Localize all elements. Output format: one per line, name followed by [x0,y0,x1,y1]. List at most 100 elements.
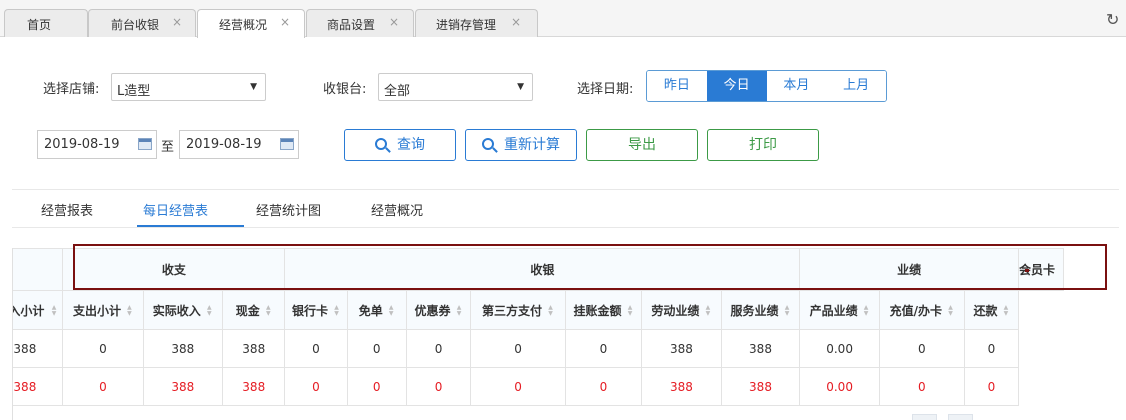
sort-icon[interactable]: ▲ ▼ [1002,305,1009,317]
column-header[interactable]: 服务业绩 ▲ ▼ [720,290,801,330]
column-header[interactable]: 入小计 ▲▼ [13,290,64,330]
start-date-value: 2019-08-19 [44,137,120,152]
sort-icon[interactable]: ▲ ▼ [784,305,791,317]
column-header-label: 第三方支付 [482,303,543,318]
yesterday-button[interactable]: 昨日 [647,71,707,101]
table-row: 388 0 388 388 0 0 0 0 0 388 388 0.00 0 0 [13,329,1064,368]
tab-product-settings[interactable]: 商品设置 × [306,9,414,37]
end-date-input[interactable]: 2019-08-19 [179,130,299,159]
sort-icon[interactable]: ▲ ▼ [547,305,554,317]
column-header[interactable]: 实际收入 ▲ ▼ [142,290,224,330]
subtab-statistics-chart[interactable]: 经营统计图 [256,200,321,219]
sort-icon[interactable]: ▲ ▼ [863,305,870,317]
table-cell: 388 [142,367,224,406]
annotation-marker [1025,269,1029,272]
sort-icon[interactable]: ▲ ▼ [704,305,711,317]
column-header-row: 入小计 ▲▼ 支出小计 ▲▼ 实际收入 ▲▼ 现金 ▲▼ 银行卡 ▲▼ 免单 ▲▼ 优惠券 ▲… [13,290,1064,330]
this-month-button[interactable]: 本月 [766,71,827,101]
chevron-down-icon: ▼ [250,82,257,92]
to-label: 至 [161,140,175,155]
table-cell: 388 [13,367,64,406]
column-header-label: 产品业绩 [809,303,858,318]
table-cell: 388 [222,367,286,406]
store-select[interactable]: L造型 ▼ [111,73,266,101]
table-cell: 388 [222,329,286,368]
sort-icon[interactable]: ▲ ▼ [126,305,133,317]
pager-button-next[interactable] [948,414,973,420]
column-header-label: 劳动业绩 [651,303,700,318]
table-cell: 388 [142,329,224,368]
column-header[interactable]: 还款 ▲ ▼ [963,290,1019,330]
table-cell: 0 [564,367,643,406]
close-icon[interactable]: × [280,15,290,29]
active-subtab-indicator [137,225,244,227]
recalculate-button[interactable]: 重新计算 [465,129,577,161]
group-header [13,248,64,291]
tab-label: 前台收银 [111,18,160,32]
close-icon[interactable]: × [389,15,399,29]
pager-button-prev[interactable] [912,414,937,420]
register-select[interactable]: 全部 ▼ [378,73,533,101]
date-label: 选择日期: [577,82,634,97]
tab-bar: 首页 前台收银 × 经营概况 × 商品设置 × 进销存管理 × ↻ [0,0,1126,38]
table-cell: 0 [963,367,1019,406]
query-button[interactable]: 查询 [344,129,456,161]
column-header-label: 支出小计 [72,303,121,318]
sort-icon[interactable]: ▲ ▼ [388,305,395,317]
calendar-icon[interactable] [138,138,152,150]
register-label: 收银台: [323,82,367,97]
tab-label: 首页 [27,18,52,32]
sort-icon[interactable]: ▲ ▼ [49,305,57,317]
today-button[interactable]: 今日 [706,71,767,101]
column-header[interactable]: 产品业绩 ▲ ▼ [799,290,880,330]
column-header[interactable]: 劳动业绩 ▲ ▼ [641,290,722,330]
column-header[interactable]: 现金 ▲ ▼ [222,290,286,330]
column-header[interactable]: 第三方支付 ▲ ▼ [470,290,566,330]
subtab-business-report[interactable]: 经营报表 [41,200,93,219]
table-cell: 0 [878,367,965,406]
tab-business-overview[interactable]: 经营概况 × [197,9,305,38]
table-cell: 0 [470,367,566,406]
reload-icon[interactable]: ↻ [1106,12,1122,28]
search-icon [482,138,494,150]
close-icon[interactable]: × [172,15,182,29]
table-cell: 0 [878,329,965,368]
start-date-input[interactable]: 2019-08-19 [37,130,157,159]
table-cell: 388 [641,329,722,368]
column-header[interactable]: 充值/办卡 ▲ ▼ [878,290,965,330]
calendar-icon[interactable] [280,138,294,150]
sort-icon[interactable]: ▲ ▼ [627,305,634,317]
sort-icon[interactable]: ▲ ▼ [947,305,954,317]
table-cell: 388 [13,329,64,368]
store-label: 选择店铺: [43,82,100,97]
table-cell: 388 [720,329,801,368]
table-cell: 0 [62,367,144,406]
sort-icon[interactable]: ▲ ▼ [265,305,272,317]
column-header[interactable]: 优惠券 ▲ ▼ [405,290,472,330]
column-header[interactable]: 挂账金额 ▲ ▼ [564,290,643,330]
register-select-value: 全部 [384,84,411,99]
group-header-row: 收支 收银 业绩 会员卡 [13,248,1065,291]
sort-icon[interactable]: ▲ ▼ [206,305,213,317]
last-month-button[interactable]: 上月 [826,71,886,101]
export-button[interactable]: 导出 [586,129,698,161]
print-button[interactable]: 打印 [707,129,819,161]
subtab-daily-report[interactable]: 每日经营表 [143,200,208,219]
table-cell: 0 [470,329,566,368]
table-row-total: 388 0 388 388 0 0 0 0 0 388 388 0.00 0 0 [13,367,1064,406]
tab-home[interactable]: 首页 [4,9,88,37]
date-range-buttons: 昨日 今日 本月 上月 [646,70,887,102]
table-cell: 0 [346,329,407,368]
tab-inventory[interactable]: 进销存管理 × [415,9,538,37]
subtab-overview[interactable]: 经营概况 [371,200,423,219]
sort-icon[interactable]: ▲ ▼ [456,305,463,317]
group-header-cashier: 收银 [284,248,801,291]
tab-cashier[interactable]: 前台收银 × [88,9,196,37]
close-icon[interactable]: × [511,15,521,29]
table-cell: 0 [963,329,1019,368]
table-cell: 0 [284,329,348,368]
column-header[interactable]: 支出小计 ▲ ▼ [62,290,144,330]
column-header[interactable]: 银行卡 ▲ ▼ [284,290,348,330]
sort-icon[interactable]: ▲ ▼ [333,305,340,317]
column-header[interactable]: 免单 ▲ ▼ [346,290,407,330]
